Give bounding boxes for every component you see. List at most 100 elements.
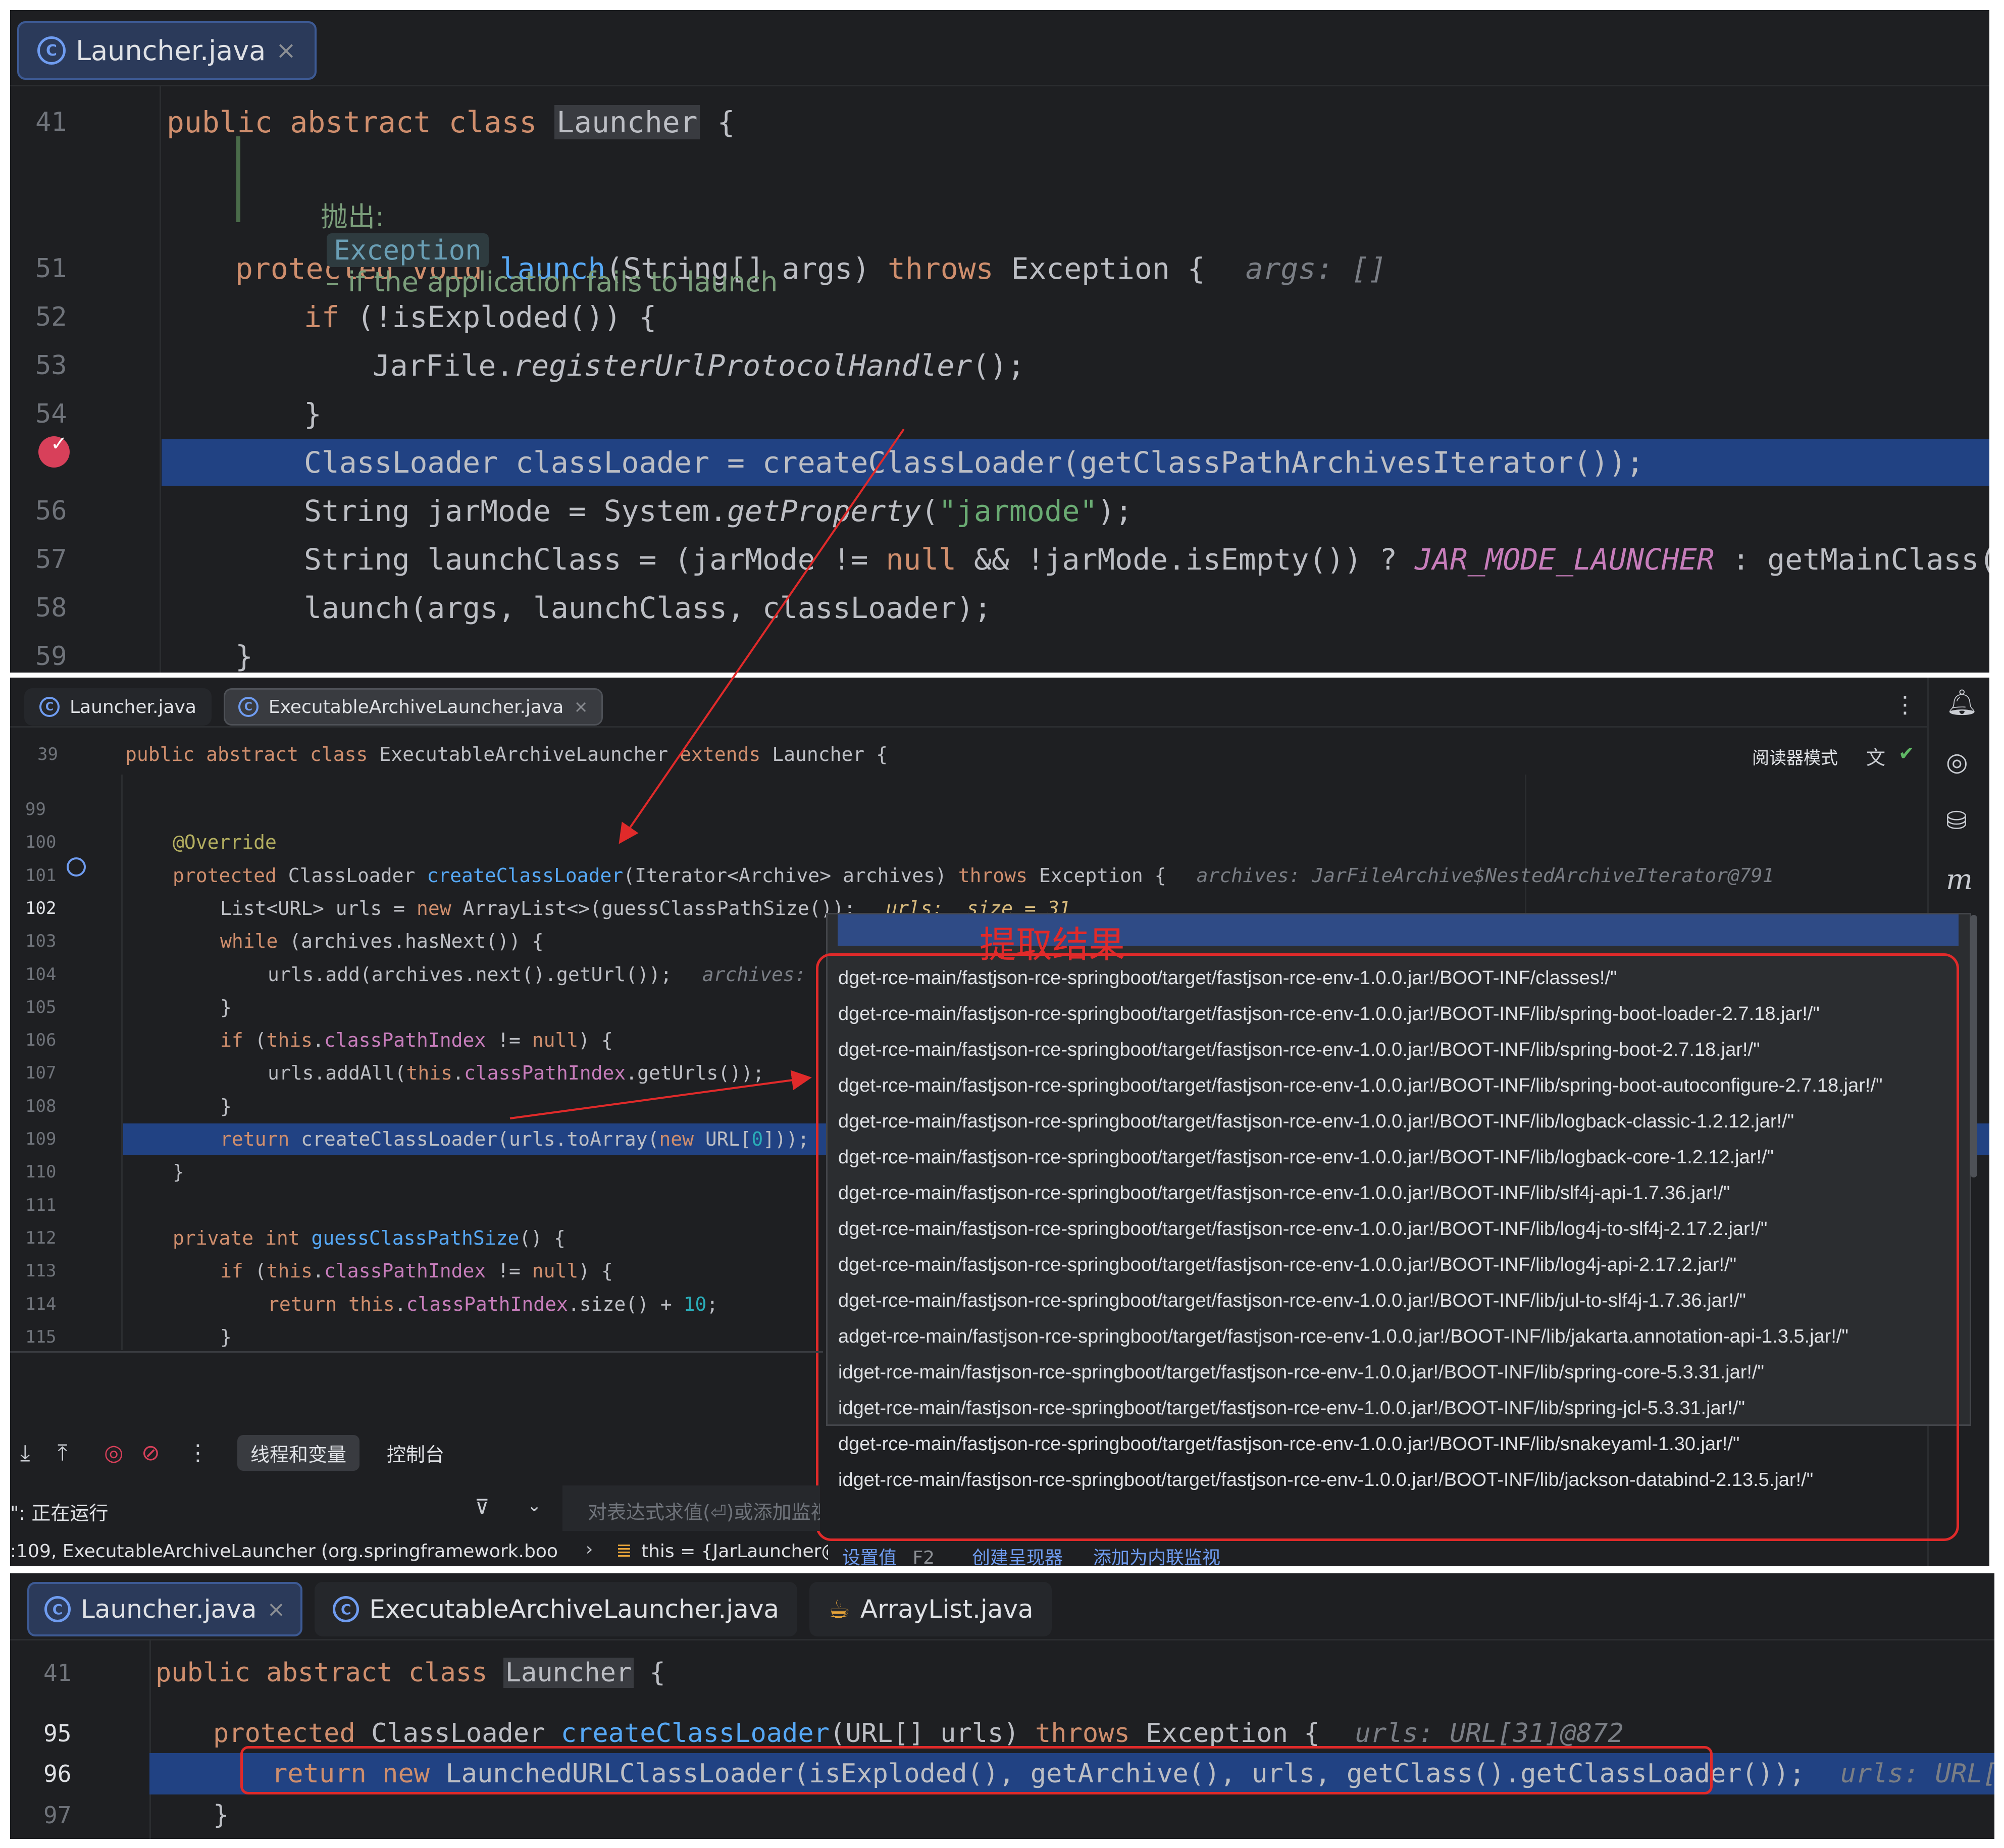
code-token: ( [254, 1029, 267, 1052]
close-icon[interactable]: × [276, 36, 296, 65]
doc-exception-link[interactable]: Exception [327, 233, 489, 267]
code-text: } [220, 1321, 232, 1353]
step-into-icon[interactable]: ⤓ [20, 1440, 30, 1466]
code-token: } [304, 397, 322, 431]
code-line[interactable]: 53 JarFile.registerUrlProtocolHandler(); [10, 342, 1989, 389]
code-line[interactable]: 56 String jarMode = System.getProperty("j… [10, 488, 1989, 534]
code-token: new [659, 1128, 705, 1150]
ai-assistant-icon[interactable]: ◎ [1946, 747, 1968, 777]
code-text: public abstract class ExecutableArchiveL… [125, 738, 888, 771]
tab-console[interactable]: 控制台 [387, 1439, 444, 1467]
code-text: if (this.classPathIndex != null) { [220, 1255, 613, 1287]
inline-hint: archives: [702, 963, 806, 986]
translate-icon[interactable]: 文 [1866, 742, 1885, 770]
top-editor-panel: C Launcher.java × 41 public abstract clas… [10, 10, 1989, 673]
tab-executable-archive-launcher[interactable]: C ExecutableArchiveLauncher.java [315, 1582, 798, 1636]
code-token: != [486, 1260, 532, 1282]
code-token: if [220, 1260, 255, 1282]
popup-scrollbar[interactable] [1970, 915, 1977, 1177]
set-value-link[interactable]: 设置值 F2 [842, 1543, 935, 1566]
evaluate-expression-input[interactable]: 对表达式求值(⏎)或添加监视 [562, 1485, 820, 1531]
line-number: 112 [25, 1227, 57, 1248]
inline-hint: urls: URL[31]@872 [1840, 1759, 1994, 1789]
code-line[interactable]: 54} [10, 391, 1989, 437]
chevron-right-icon[interactable]: › [586, 1539, 593, 1560]
code-token: } [220, 1325, 232, 1348]
code-text: private int guessClassPathSize() { [173, 1222, 566, 1254]
sticky-line[interactable]: 39 public abstract class ExecutableArchiv… [10, 738, 1727, 771]
tab-label: ExecutableArchiveLauncher.java [268, 696, 564, 717]
code-line[interactable]: 59} [10, 633, 1989, 673]
code-token: createClassLoader [560, 1718, 830, 1749]
line-number: 108 [25, 1096, 57, 1116]
code-text: @Override [173, 827, 277, 858]
line-number: 110 [25, 1162, 57, 1183]
reader-mode-button[interactable]: 阅读器模式 [1752, 744, 1838, 769]
code-token: Exception { [1039, 864, 1166, 887]
code-token: this [266, 1260, 313, 1282]
doc-throws-label: 抛出: [321, 201, 385, 233]
close-icon[interactable]: × [574, 697, 588, 717]
code-line[interactable]: 58 launch(args, launchClass, classLoader)… [10, 585, 1989, 631]
stack-frame[interactable]: :109, ExecutableArchiveLauncher (org.spr… [10, 1541, 560, 1562]
middle-tab-bar: C Launcher.java C ExecutableArchiveLaunc… [10, 678, 1989, 726]
more-icon[interactable]: ⋮ [187, 1440, 209, 1466]
notification-icon[interactable]: 🔔︎ [1946, 688, 1978, 717]
code-token: Launcher [554, 105, 700, 139]
tab-arraylist-java[interactable]: ☕︎ ArrayList.java [809, 1582, 1052, 1636]
code-token: JarFile. [373, 348, 514, 383]
code-line[interactable]: ClassLoader classLoader = createClassLoa… [162, 439, 1989, 486]
code-token: . [313, 1260, 324, 1282]
code-line[interactable]: 57 String launchClass = (jarMode != null … [10, 536, 1989, 583]
code-text: ClassLoader classLoader = createClassLoa… [304, 439, 1644, 486]
code-token: } [173, 1161, 184, 1184]
code-token: protected [173, 864, 288, 887]
tab-divider [10, 726, 1929, 728]
line-number: 54 [35, 399, 67, 429]
code-token: . [452, 1062, 464, 1085]
code-line[interactable]: 41 public abstract class Launcher { [10, 1652, 1994, 1693]
code-line[interactable]: 97} [10, 1794, 1994, 1836]
step-out-icon[interactable]: ⤒ [58, 1440, 67, 1466]
code-token: JAR_MODE_LAUNCHER [1414, 542, 1715, 577]
middle-debugger-panel: C Launcher.java C ExecutableArchiveLaunc… [10, 678, 1989, 1566]
tab-threads-variables[interactable]: 线程和变量 [237, 1435, 360, 1471]
code-line[interactable]: 101 protected ClassLoader createClassLoad… [10, 860, 1989, 891]
more-options-icon[interactable]: ⋮ [1893, 691, 1917, 718]
breakpoint-icon[interactable]: ✓ [38, 432, 70, 468]
add-inline-watch-link[interactable]: 添加为内联监视 [1093, 1543, 1220, 1566]
create-renderer-link[interactable]: 创建呈现器 [972, 1543, 1063, 1566]
tab-executable-archive-launcher[interactable]: C ExecutableArchiveLauncher.java × [223, 688, 603, 726]
code-text: } [235, 633, 253, 673]
code-token: classPathIndex [324, 1260, 486, 1282]
tab-launcher-java[interactable]: C Launcher.java [24, 688, 212, 726]
code-token: { [699, 105, 735, 139]
code-token: null [532, 1260, 579, 1282]
variable-this[interactable]: this = {JarLauncher@ [641, 1541, 828, 1562]
tab-launcher-java[interactable]: C Launcher.java × [27, 1582, 303, 1636]
view-breakpoints-icon[interactable]: ◎ [104, 1440, 123, 1466]
tab-launcher-java[interactable]: C Launcher.java × [17, 21, 317, 80]
code-token: String launchClass = (jarMode != [304, 542, 886, 577]
chevron-down-icon[interactable]: ⌄ [527, 1496, 542, 1516]
return-highlight-box [240, 1746, 1713, 1794]
code-token: ClassLoader classLoader = createClassLoa… [304, 445, 1644, 480]
code-token: this [266, 1029, 313, 1052]
filter-icon[interactable]: ⊽ [475, 1496, 489, 1519]
code-line[interactable]: 99 [10, 794, 1989, 825]
close-icon[interactable]: × [267, 1597, 285, 1622]
code-token: .getUrls()); [626, 1062, 764, 1085]
result-highlight-box [816, 953, 1959, 1541]
code-text: String launchClass = (jarMode != null &&… [304, 536, 1989, 583]
line-number: 52 [35, 302, 67, 332]
mute-breakpoints-icon[interactable]: ⊘ [141, 1440, 160, 1466]
code-token: public abstract class [156, 1658, 503, 1688]
code-token: } [220, 1095, 232, 1117]
override-icon[interactable] [67, 857, 86, 877]
code-text: } [304, 391, 322, 437]
code-line[interactable]: 100 @Override [10, 827, 1989, 858]
code-token: (); [972, 348, 1025, 383]
line-number: 99 [25, 799, 46, 819]
line-number: 57 [35, 544, 67, 575]
line-number: 109 [25, 1129, 57, 1149]
